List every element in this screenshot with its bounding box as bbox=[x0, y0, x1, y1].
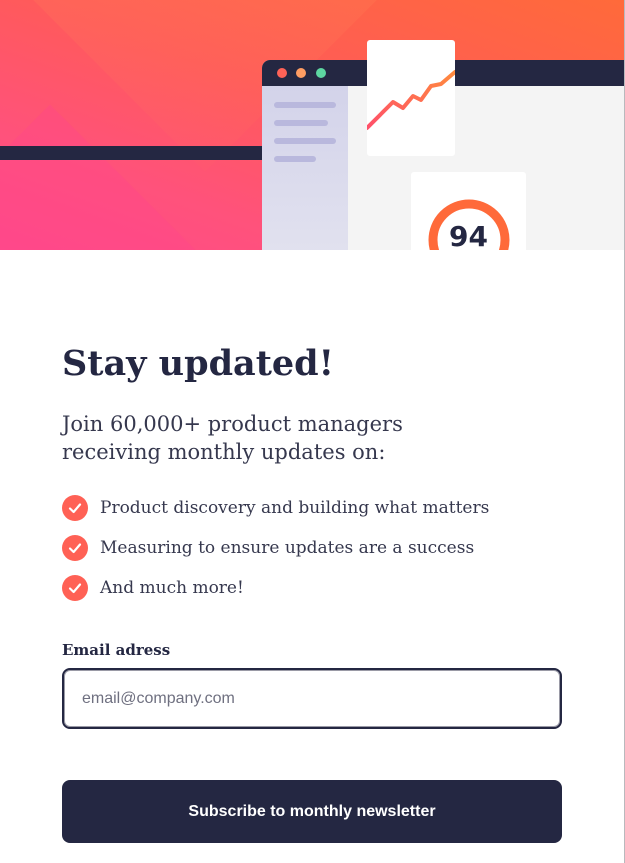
list-item: And much more! bbox=[62, 568, 489, 608]
score-card: 94 bbox=[411, 172, 526, 250]
sidebar-line bbox=[274, 120, 328, 126]
check-circle-icon bbox=[62, 575, 88, 601]
feature-text: Product discovery and building what matt… bbox=[100, 498, 490, 518]
check-circle-icon bbox=[62, 495, 88, 521]
hero-illustration: 94 bbox=[0, 0, 624, 250]
page-title: Stay updated! bbox=[62, 343, 334, 384]
feature-list: Product discovery and building what matt… bbox=[62, 488, 489, 608]
score-value: 94 bbox=[449, 220, 488, 250]
sidebar-line bbox=[274, 102, 336, 108]
intro-text: Join 60,000+ product managers receiving … bbox=[62, 412, 403, 464]
trend-line-icon bbox=[365, 70, 457, 130]
window-dot-green-icon bbox=[316, 68, 326, 78]
browser-sidebar bbox=[262, 86, 348, 250]
sidebar-line bbox=[274, 156, 316, 162]
email-field[interactable] bbox=[62, 668, 562, 729]
email-label: Email adress bbox=[62, 641, 171, 659]
window-dot-orange-icon bbox=[296, 68, 306, 78]
subscribe-button[interactable]: Subscribe to monthly newsletter bbox=[62, 780, 562, 843]
feature-text: And much more! bbox=[100, 578, 244, 598]
newsletter-page: 94 Stay updated! Join 60,000+ product ma… bbox=[0, 0, 625, 863]
list-item: Measuring to ensure updates are a succes… bbox=[62, 528, 489, 568]
sidebar-line bbox=[274, 138, 336, 144]
check-circle-icon bbox=[62, 535, 88, 561]
feature-text: Measuring to ensure updates are a succes… bbox=[100, 538, 475, 558]
window-dot-red-icon bbox=[277, 68, 287, 78]
list-item: Product discovery and building what matt… bbox=[62, 488, 489, 528]
line-chart-card bbox=[365, 40, 457, 156]
hero-navy-bar bbox=[0, 146, 270, 160]
